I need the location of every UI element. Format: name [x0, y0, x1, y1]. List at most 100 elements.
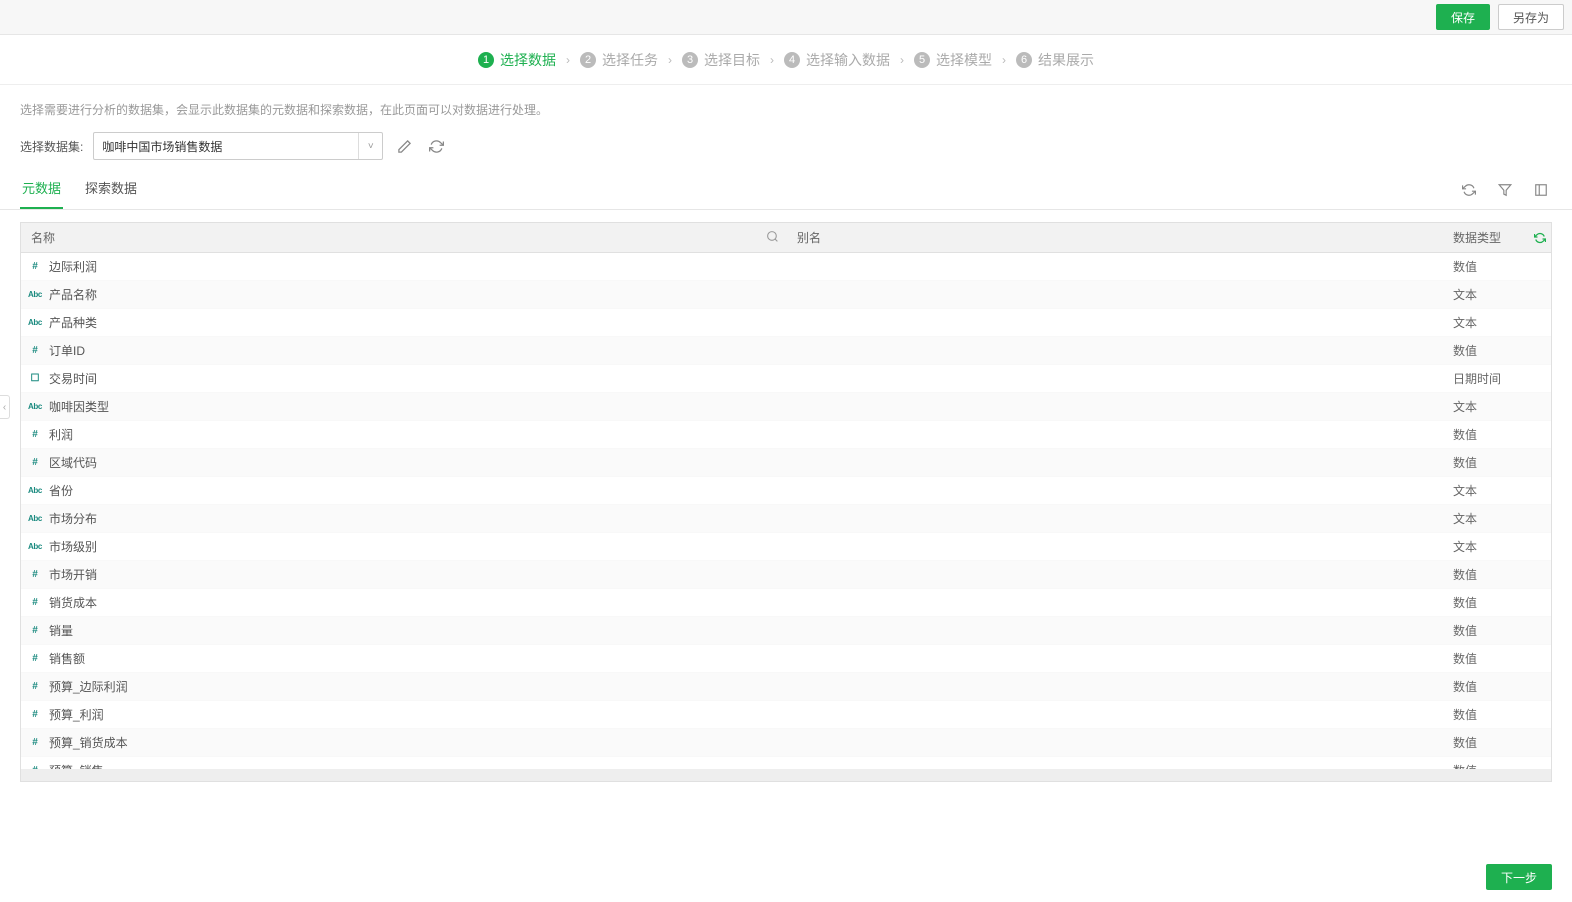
table-row[interactable]: # 预算_边际利润 数值 — [21, 673, 1551, 701]
number-type-icon: # — [27, 261, 43, 272]
table-row[interactable]: #订单ID数值 — [21, 337, 1551, 365]
step-3[interactable]: 3 选择目标 — [682, 50, 760, 70]
step-4[interactable]: 4选择输入数据 — [784, 50, 890, 70]
step-label: 选择目标 — [704, 50, 760, 70]
step-2[interactable]: 2选择任务 — [580, 50, 658, 70]
chevron-right-icon: › — [770, 53, 774, 67]
dropdown-caret-icon[interactable]: ˅ — [358, 133, 382, 159]
field-type: 数值 — [1449, 342, 1551, 359]
number-type-icon: # — [27, 597, 43, 608]
horizontal-scrollbar[interactable] — [21, 769, 1551, 781]
tab-explore[interactable]: 探索数据 — [83, 170, 139, 209]
field-type: 文本 — [1449, 510, 1551, 527]
step-label: 选择输入数据 — [806, 50, 890, 70]
number-type-icon: # — [27, 653, 43, 664]
table-row[interactable]: Abc 产品种类 文本 — [21, 309, 1551, 337]
step-1[interactable]: 1 选择数据 — [478, 50, 556, 70]
step-label: 结果展示 — [1038, 50, 1094, 70]
dataset-select[interactable]: ˅ — [93, 132, 383, 160]
table-row[interactable]: #市场开销数值 — [21, 561, 1551, 589]
field-name: 边际利润 — [49, 258, 97, 275]
field-name: 销货成本 — [49, 594, 97, 611]
field-type: 文本 — [1449, 482, 1551, 499]
refresh-dataset-icon[interactable] — [425, 135, 447, 157]
field-type: 数值 — [1449, 594, 1551, 611]
number-type-icon: # — [27, 737, 43, 748]
field-name: 利润 — [49, 426, 73, 443]
chevron-right-icon: › — [1002, 53, 1006, 67]
table-row[interactable]: #销量数值 — [21, 617, 1551, 645]
search-icon[interactable] — [766, 230, 779, 246]
table-row[interactable]: ☐交易时间日期时间 — [21, 365, 1551, 393]
left-panel-toggle[interactable]: ‹ — [0, 395, 10, 419]
table-row[interactable]: #预算_销货成本数值 — [21, 729, 1551, 757]
field-name: 区域代码 — [49, 454, 97, 471]
number-type-icon: # — [27, 625, 43, 636]
field-type: 数值 — [1449, 762, 1551, 769]
table-row[interactable]: #预算_利润数值 — [21, 701, 1551, 729]
step-6[interactable]: 6结果展示 — [1016, 50, 1094, 70]
step-badge: 3 — [682, 52, 698, 68]
field-name: 市场分布 — [49, 510, 97, 527]
field-type: 数值 — [1449, 678, 1551, 695]
topbar: 保存 另存为 — [0, 0, 1572, 35]
table-row[interactable]: #销售额数值 — [21, 645, 1551, 673]
number-type-icon: # — [27, 429, 43, 440]
text-type-icon: Abc — [27, 290, 43, 299]
field-name: 预算_利润 — [49, 706, 104, 723]
table-row[interactable]: #利润数值 — [21, 421, 1551, 449]
field-name: 市场开销 — [49, 566, 97, 583]
step-badge: 5 — [914, 52, 930, 68]
filter-icon[interactable] — [1494, 179, 1516, 201]
step-badge: 2 — [580, 52, 596, 68]
field-name: 产品名称 — [49, 286, 97, 303]
edit-icon[interactable] — [393, 135, 415, 157]
field-name: 咖啡因类型 — [49, 398, 109, 415]
table-row[interactable]: #边际利润数值 — [21, 253, 1551, 281]
table-row[interactable]: Abc产品名称文本 — [21, 281, 1551, 309]
table-row[interactable]: Abc咖啡因类型文本 — [21, 393, 1551, 421]
step-label: 选择模型 — [936, 50, 992, 70]
field-type: 日期时间 — [1449, 370, 1551, 387]
table-header: 名称 别名 数据类型 — [21, 223, 1551, 253]
table-row[interactable]: Abc市场级别文本 — [21, 533, 1551, 561]
expand-icon[interactable] — [1530, 179, 1552, 201]
table-row[interactable]: # 预算_销售 数值 — [21, 757, 1551, 769]
step-wizard: 1选择数据›2选择任务›3选择目标›4选择输入数据›5选择模型›6结果展示 — [0, 35, 1572, 85]
table-row[interactable]: # 销货成本 数值 — [21, 589, 1551, 617]
save-button[interactable]: 保存 — [1436, 4, 1490, 30]
step-label: 选择数据 — [500, 50, 556, 70]
col-refresh-icon[interactable] — [1529, 232, 1551, 244]
field-type: 数值 — [1449, 622, 1551, 639]
field-name: 产品种类 — [49, 314, 97, 331]
dataset-selector-row: 选择数据集: ˅ — [0, 126, 1572, 170]
step-5[interactable]: 5 选择模型 — [914, 50, 992, 70]
step-badge: 1 — [478, 52, 494, 68]
text-type-icon: Abc — [27, 486, 43, 495]
field-name: 预算_销货成本 — [49, 734, 128, 751]
table-row[interactable]: Abc市场分布文本 — [21, 505, 1551, 533]
table-row[interactable]: Abc省份文本 — [21, 477, 1551, 505]
field-name: 预算_销售 — [49, 762, 104, 769]
field-type: 文本 — [1449, 538, 1551, 555]
col-header-alias: 别名 — [789, 229, 1449, 246]
field-name: 预算_边际利润 — [49, 678, 128, 695]
tab-metadata[interactable]: 元数据 — [20, 170, 63, 209]
number-type-icon: # — [27, 681, 43, 692]
text-type-icon: Abc — [27, 318, 43, 327]
number-type-icon: # — [27, 709, 43, 720]
field-type: 文本 — [1449, 314, 1551, 331]
next-button[interactable]: 下一步 — [1486, 864, 1552, 890]
field-type: 数值 — [1449, 650, 1551, 667]
number-type-icon: # — [27, 765, 43, 769]
footer: 下一步 — [0, 852, 1572, 902]
text-type-icon: Abc — [27, 402, 43, 411]
table-row[interactable]: #区域代码数值 — [21, 449, 1551, 477]
refresh-icon[interactable] — [1458, 179, 1480, 201]
chevron-right-icon: › — [900, 53, 904, 67]
dataset-input[interactable] — [93, 132, 383, 160]
col-header-name: 名称 — [31, 229, 55, 246]
field-type: 数值 — [1449, 566, 1551, 583]
save-as-button[interactable]: 另存为 — [1498, 4, 1564, 30]
number-type-icon: # — [27, 457, 43, 468]
